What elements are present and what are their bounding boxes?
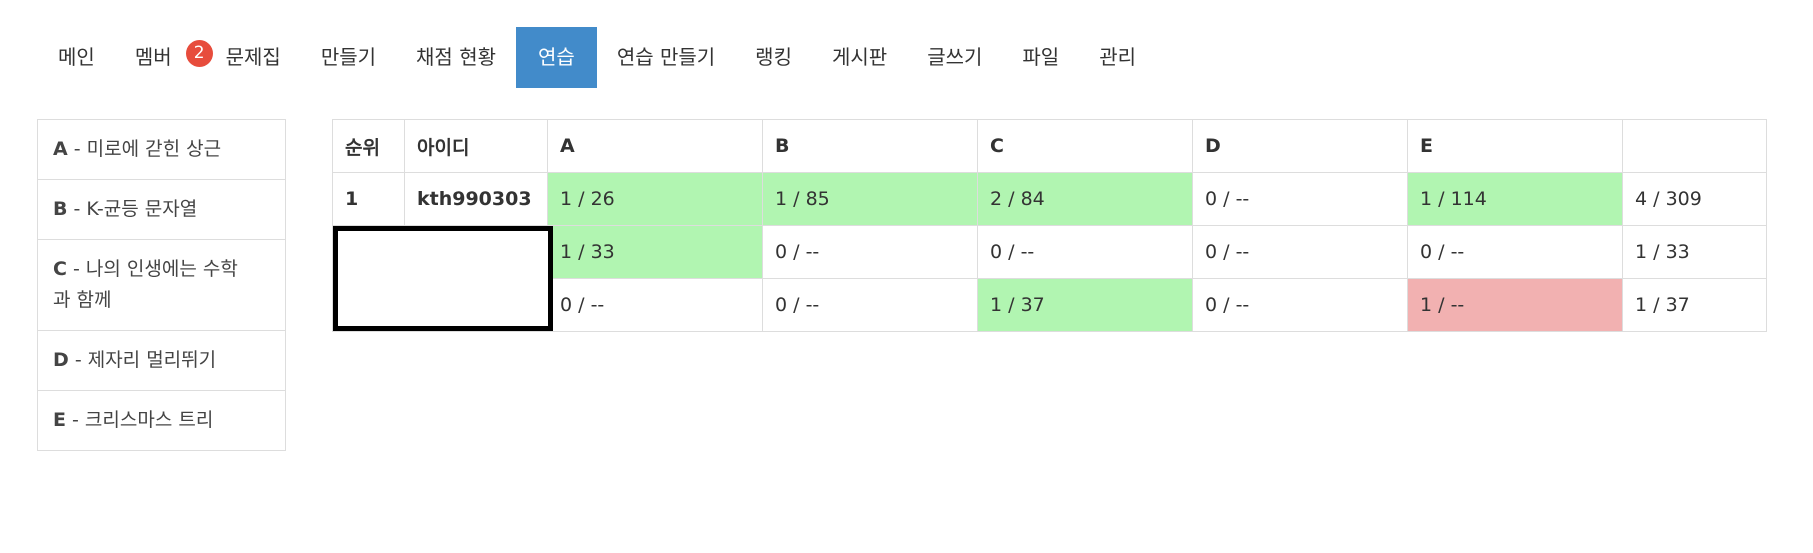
header-total: [1622, 119, 1767, 173]
problem-item-b[interactable]: B - K-균등 문자열: [38, 180, 285, 240]
score-cell-c: 2 / 84: [977, 172, 1193, 226]
nav-create[interactable]: 만들기: [301, 27, 396, 88]
score-cell-a: 1 / 26: [547, 172, 763, 226]
nav-write-label: 글쓰기: [927, 45, 983, 69]
nav-ranking[interactable]: 랭킹: [735, 27, 812, 88]
problem-letter: B: [53, 198, 68, 220]
score-cell-d: 0 / --: [1192, 172, 1408, 226]
nav-files-label: 파일: [1022, 45, 1060, 69]
nav-main-label: 메인: [58, 45, 95, 69]
score-cell-c: 0 / --: [977, 225, 1193, 279]
problem-letter: A: [53, 138, 68, 160]
problem-item-a[interactable]: A - 미로에 갇힌 상근: [38, 120, 285, 180]
score-cell-c: 1 / 37: [977, 278, 1193, 332]
nav-practice-label: 연습: [538, 45, 575, 69]
nav-create-label: 만들기: [320, 45, 377, 69]
nav-board-label: 게시판: [831, 45, 888, 69]
nav-write[interactable]: 글쓰기: [907, 27, 1002, 88]
user-id-cell: kth990303: [404, 172, 548, 226]
nav-practice[interactable]: 연습: [516, 27, 597, 88]
problem-title: - K-균등 문자열: [67, 198, 198, 220]
problem-title: - 크리스마스 트리: [65, 409, 214, 431]
problem-item-e[interactable]: E - 크리스마스 트리: [38, 391, 285, 451]
problem-letter: C: [53, 258, 67, 280]
score-cell-e: 0 / --: [1407, 225, 1623, 279]
problem-letter: D: [53, 349, 69, 371]
nav-board[interactable]: 게시판: [812, 27, 907, 88]
rank-cell: 1: [332, 172, 405, 226]
total-cell: 4 / 309: [1622, 172, 1767, 226]
nav-files[interactable]: 파일: [1002, 27, 1079, 88]
score-cell-d: 0 / --: [1192, 225, 1408, 279]
score-cell-d: 0 / --: [1192, 278, 1408, 332]
table-row: 1 kth990303 1 / 26 1 / 85 2 / 84 0 / -- …: [332, 172, 1767, 226]
header-problem-e: E: [1407, 119, 1623, 173]
problem-item-d[interactable]: D - 제자리 멀리뛰기: [38, 331, 285, 391]
header-problem-b: B: [762, 119, 978, 173]
problem-title: - 제자리 멀리뛰기: [68, 349, 217, 371]
nav-admin-label: 관리: [1099, 45, 1137, 69]
nav-create-practice-label: 연습 만들기: [616, 45, 716, 69]
score-cell-a: 0 / --: [547, 278, 763, 332]
score-cell-e: 1 / 114: [1407, 172, 1623, 226]
problem-title-line2: 과 함께: [53, 289, 112, 311]
header-problem-a: A: [547, 119, 763, 173]
nav-main[interactable]: 메인: [38, 27, 115, 88]
nav-ranking-label: 랭킹: [755, 45, 792, 69]
score-cell-b: 0 / --: [762, 278, 978, 332]
nav-admin[interactable]: 관리: [1079, 27, 1156, 88]
problem-title: - 나의 인생에는 수학: [66, 258, 238, 280]
problem-list: A - 미로에 갇힌 상근 B - K-균등 문자열 C - 나의 인생에는 수…: [37, 119, 286, 451]
redaction-box: [333, 226, 553, 331]
header-problem-d: D: [1192, 119, 1408, 173]
nav-members-label: 멤버: [134, 45, 172, 69]
main-nav: 메인 멤버 2 문제집 만들기 채점 현황 연습 연습 만들기 랭킹 게시판 글…: [38, 27, 1156, 88]
nav-status[interactable]: 채점 현황: [396, 27, 516, 88]
problem-item-c[interactable]: C - 나의 인생에는 수학과 함께: [38, 240, 285, 331]
nav-status-label: 채점 현황: [416, 45, 496, 69]
header-problem-c: C: [977, 119, 1193, 173]
total-cell: 1 / 33: [1622, 225, 1767, 279]
nav-problemset[interactable]: 문제집: [206, 27, 301, 88]
score-cell-e: 1 / --: [1407, 278, 1623, 332]
total-cell: 1 / 37: [1622, 278, 1767, 332]
nav-problemset-label: 문제집: [225, 45, 281, 69]
score-cell-b: 1 / 85: [762, 172, 978, 226]
nav-members[interactable]: 멤버 2: [115, 27, 213, 88]
header-id: 아이디: [404, 119, 548, 173]
problem-letter: E: [53, 409, 66, 431]
scoreboard-header-row: 순위 아이디 A B C D E: [332, 119, 1767, 173]
problem-title: - 미로에 갇힌 상근: [67, 138, 222, 160]
score-cell-a: 1 / 33: [547, 225, 763, 279]
score-cell-b: 0 / --: [762, 225, 978, 279]
header-rank: 순위: [332, 119, 405, 173]
nav-create-practice[interactable]: 연습 만들기: [597, 27, 735, 88]
